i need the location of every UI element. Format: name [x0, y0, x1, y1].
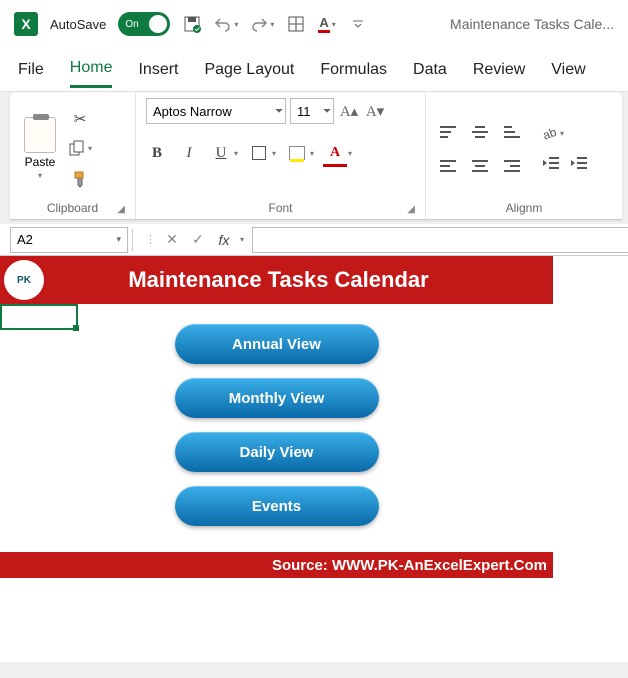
decrease-indent-icon	[542, 156, 560, 170]
grow-font-button[interactable]: A▴	[338, 100, 360, 122]
borders-button[interactable]	[248, 142, 270, 164]
group-font: A▴ A▾ B I U▾ ▾ ▾ A▾ Font ◢	[136, 92, 426, 219]
font-color-button[interactable]: A	[324, 142, 346, 164]
align-left-button[interactable]	[436, 152, 460, 180]
ribbon-tabs: File Home Insert Page Layout Formulas Da…	[0, 48, 628, 92]
tab-view[interactable]: View	[551, 53, 585, 87]
orientation-dropdown-icon[interactable]: ▾	[560, 129, 564, 138]
sheet-header: PK Maintenance Tasks Calendar	[0, 256, 553, 304]
shrink-font-button[interactable]: A▾	[364, 100, 386, 122]
undo-button[interactable]: ▾	[214, 15, 238, 33]
fx-dropdown-icon[interactable]: ▾	[240, 235, 244, 244]
cut-button[interactable]: ✂	[69, 108, 91, 130]
underline-dropdown-icon[interactable]: ▾	[234, 149, 238, 158]
title-bar: X AutoSave On ▾ ▾ A ▾ Maintenance Tasks …	[0, 0, 628, 48]
insert-function-button[interactable]: fx	[214, 230, 234, 250]
tab-insert[interactable]: Insert	[138, 53, 178, 87]
autosave-toggle[interactable]: On	[118, 12, 170, 36]
decrease-indent-button[interactable]	[540, 153, 562, 173]
increase-indent-button[interactable]	[568, 153, 590, 173]
copy-icon	[68, 140, 86, 158]
fontcolor-dropdown-icon[interactable]: ▾	[348, 149, 352, 158]
fx-menu-icon[interactable]: ⋮	[145, 233, 156, 246]
cancel-entry-button[interactable]: ✕	[162, 230, 182, 250]
italic-button[interactable]: I	[178, 142, 200, 164]
tab-file[interactable]: File	[18, 53, 44, 87]
qat-fontcolor-button[interactable]: A ▾	[318, 15, 335, 33]
clipboard-launcher-icon[interactable]: ◢	[117, 204, 125, 215]
annual-view-button[interactable]: Annual View	[175, 324, 379, 364]
tab-data[interactable]: Data	[413, 53, 447, 87]
align-right-button[interactable]	[500, 152, 524, 180]
orientation-icon: ab	[540, 125, 558, 143]
align-top-button[interactable]	[436, 118, 460, 146]
copy-dropdown-icon[interactable]: ▾	[88, 144, 92, 153]
svg-text:ab: ab	[541, 125, 558, 143]
autosave-label: AutoSave	[50, 17, 106, 32]
paste-icon	[24, 117, 56, 153]
paste-dropdown-icon[interactable]: ▾	[38, 171, 42, 180]
group-alignment: ab ▾ Alignm	[426, 92, 622, 219]
check-icon: ✓	[192, 231, 204, 248]
excel-logo-icon: X	[14, 12, 38, 36]
ribbon: Paste ▾ ✂ ▾ Clipboard ◢	[10, 92, 622, 220]
bucket-icon	[289, 146, 305, 160]
font-size-select[interactable]	[290, 98, 334, 124]
border-icon	[252, 146, 266, 160]
tab-home[interactable]: Home	[70, 51, 113, 88]
events-button[interactable]: Events	[175, 486, 379, 526]
daily-view-button[interactable]: Daily View	[175, 432, 379, 472]
group-label-clipboard: Clipboard ◢	[20, 199, 125, 217]
redo-button[interactable]: ▾	[250, 15, 274, 33]
undo-dropdown-icon[interactable]: ▾	[234, 20, 238, 29]
save-icon[interactable]	[182, 14, 202, 34]
font-name-select[interactable]	[146, 98, 286, 124]
pk-logo-icon: PK	[4, 260, 44, 300]
sheet-footer: Source: WWW.PK-AnExcelExpert.Com	[0, 552, 553, 578]
group-label-alignment: Alignm	[436, 199, 612, 217]
namebox-dropdown-icon[interactable]: ▾	[116, 234, 121, 245]
paintbrush-icon	[71, 170, 89, 188]
sheet-title: Maintenance Tasks Calendar	[44, 267, 553, 293]
font-launcher-icon[interactable]: ◢	[407, 204, 415, 215]
align-middle-button[interactable]	[468, 118, 492, 146]
document-title: Maintenance Tasks Cale...	[450, 16, 614, 32]
tab-page-layout[interactable]: Page Layout	[204, 53, 294, 87]
align-bottom-button[interactable]	[500, 118, 524, 146]
copy-button[interactable]: ▾	[68, 140, 92, 158]
scissors-icon: ✂	[74, 110, 87, 128]
confirm-entry-button[interactable]: ✓	[188, 230, 208, 250]
fill-dropdown-icon[interactable]: ▾	[310, 149, 314, 158]
qat-customize-icon[interactable]	[348, 14, 368, 34]
qat-fontcolor-dropdown-icon[interactable]: ▾	[332, 20, 336, 29]
bold-button[interactable]: B	[146, 142, 168, 164]
formula-input[interactable]	[252, 227, 628, 253]
tab-formulas[interactable]: Formulas	[320, 53, 387, 87]
qat-grid-icon[interactable]	[286, 14, 306, 34]
increase-indent-icon	[570, 156, 588, 170]
x-icon: ✕	[166, 231, 178, 248]
paste-button[interactable]: Paste ▾	[20, 115, 60, 182]
align-center-button[interactable]	[468, 152, 492, 180]
format-painter-button[interactable]	[69, 168, 91, 190]
underline-button[interactable]: U	[210, 142, 232, 164]
borders-dropdown-icon[interactable]: ▾	[272, 149, 276, 158]
tab-review[interactable]: Review	[473, 53, 525, 87]
worksheet-area[interactable]: PK Maintenance Tasks Calendar Annual Vie…	[0, 256, 628, 662]
group-label-font: Font ◢	[146, 199, 415, 217]
nav-buttons: Annual View Monthly View Daily View Even…	[0, 304, 553, 552]
fill-color-button[interactable]	[286, 142, 308, 164]
group-clipboard: Paste ▾ ✂ ▾ Clipboard ◢	[10, 92, 136, 219]
formula-bar: A2 ▾ ⋮ ✕ ✓ fx ▾	[0, 224, 628, 256]
redo-dropdown-icon[interactable]: ▾	[270, 20, 274, 29]
name-box[interactable]: A2 ▾	[10, 227, 128, 253]
orientation-button[interactable]: ab ▾	[540, 125, 590, 143]
monthly-view-button[interactable]: Monthly View	[175, 378, 379, 418]
active-cell-a2[interactable]	[0, 304, 78, 330]
